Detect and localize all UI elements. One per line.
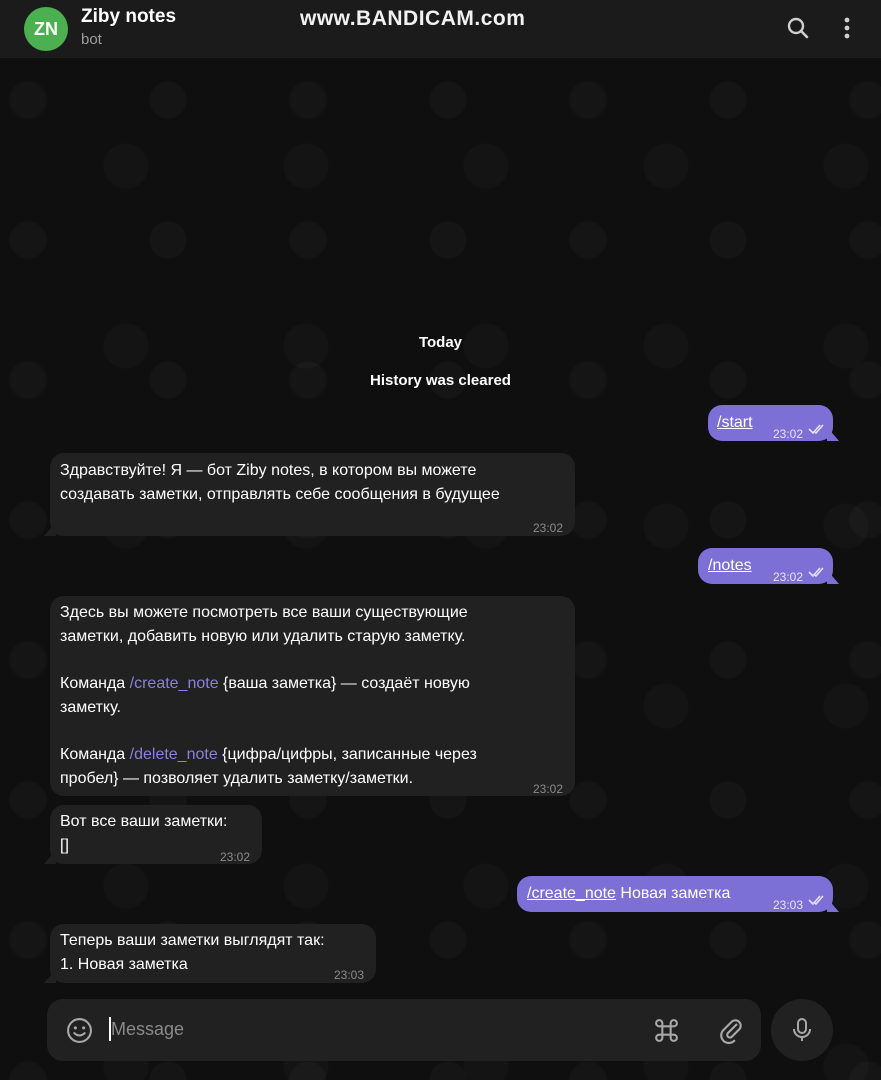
- message-text: []: [60, 837, 69, 854]
- chat-subtitle: bot: [81, 31, 102, 48]
- microphone-icon: [793, 1018, 811, 1041]
- message-input[interactable]: Message: [111, 1019, 184, 1040]
- outgoing-message[interactable]: /start 23:02: [708, 405, 839, 441]
- message-time: 23:02: [533, 521, 564, 535]
- date-separator: Today: [418, 334, 463, 351]
- message-time: 23:02: [533, 782, 564, 796]
- message-text: Команда /create_note {ваша заметка} — со…: [60, 675, 470, 692]
- message-text: Здесь вы можете посмотреть все ваши суще…: [60, 604, 468, 621]
- chat-header: ZN Ziby notes bot www.BANDICAM.com: [0, 0, 881, 58]
- message-time: 23:03: [773, 898, 804, 912]
- message-text: Теперь ваши заметки выглядят так:: [60, 932, 325, 949]
- history-cleared-notice: History was cleared: [370, 372, 511, 389]
- read-check-icon: [808, 424, 824, 435]
- message-text: заметку.: [60, 699, 121, 716]
- more-vertical-icon[interactable]: [833, 14, 861, 42]
- chat-title[interactable]: Ziby notes: [81, 6, 176, 28]
- message-text: 1. Новая заметка: [60, 956, 188, 973]
- message-time: 23:03: [334, 968, 365, 982]
- paperclip-icon[interactable]: [717, 1016, 745, 1044]
- avatar[interactable]: ZN: [24, 7, 68, 51]
- command-link[interactable]: /delete_note: [130, 746, 218, 763]
- message-text: пробел} — позволяет удалить заметку/заме…: [60, 770, 414, 787]
- incoming-message[interactable]: Теперь ваши заметки выглядят так: 1. Нов…: [44, 924, 376, 983]
- command-link[interactable]: /start: [717, 411, 753, 435]
- outgoing-message[interactable]: /notes 23:02: [698, 548, 839, 584]
- outgoing-message[interactable]: /create_note Новая заметка 23:03: [517, 876, 839, 912]
- incoming-message[interactable]: Здесь вы можете посмотреть все ваши суще…: [50, 596, 575, 796]
- incoming-message[interactable]: Вот все ваши заметки: [] 23:02: [44, 805, 262, 864]
- voice-record-button[interactable]: [771, 999, 833, 1061]
- message-time: 23:02: [220, 850, 251, 864]
- search-icon[interactable]: [784, 14, 812, 42]
- incoming-message[interactable]: Здравствуйте! Я — бот Ziby notes, в кото…: [44, 453, 575, 536]
- message-text: /create_note Новая заметка: [527, 885, 731, 902]
- message-time: 23:02: [773, 570, 804, 584]
- recorder-watermark: www.BANDICAM.com: [300, 7, 526, 30]
- message-text: Здравствуйте! Я — бот Ziby notes, в кото…: [60, 462, 477, 479]
- message-text: создавать заметки, отправлять себе сообщ…: [60, 486, 500, 503]
- command-link[interactable]: /create_note: [130, 675, 219, 692]
- smile-icon[interactable]: [66, 1017, 93, 1044]
- command-link[interactable]: /notes: [708, 554, 752, 578]
- read-check-icon: [808, 567, 824, 578]
- command-icon[interactable]: [653, 1017, 680, 1044]
- command-link[interactable]: /create_note: [527, 885, 616, 902]
- message-text: Вот все ваши заметки:: [60, 813, 228, 830]
- message-composer: Message: [47, 999, 761, 1061]
- message-text: заметки, добавить новую или удалить стар…: [60, 628, 466, 645]
- message-text: Команда /delete_note {цифра/цифры, запис…: [60, 746, 477, 763]
- message-time: 23:02: [773, 427, 804, 441]
- read-check-icon: [808, 895, 824, 906]
